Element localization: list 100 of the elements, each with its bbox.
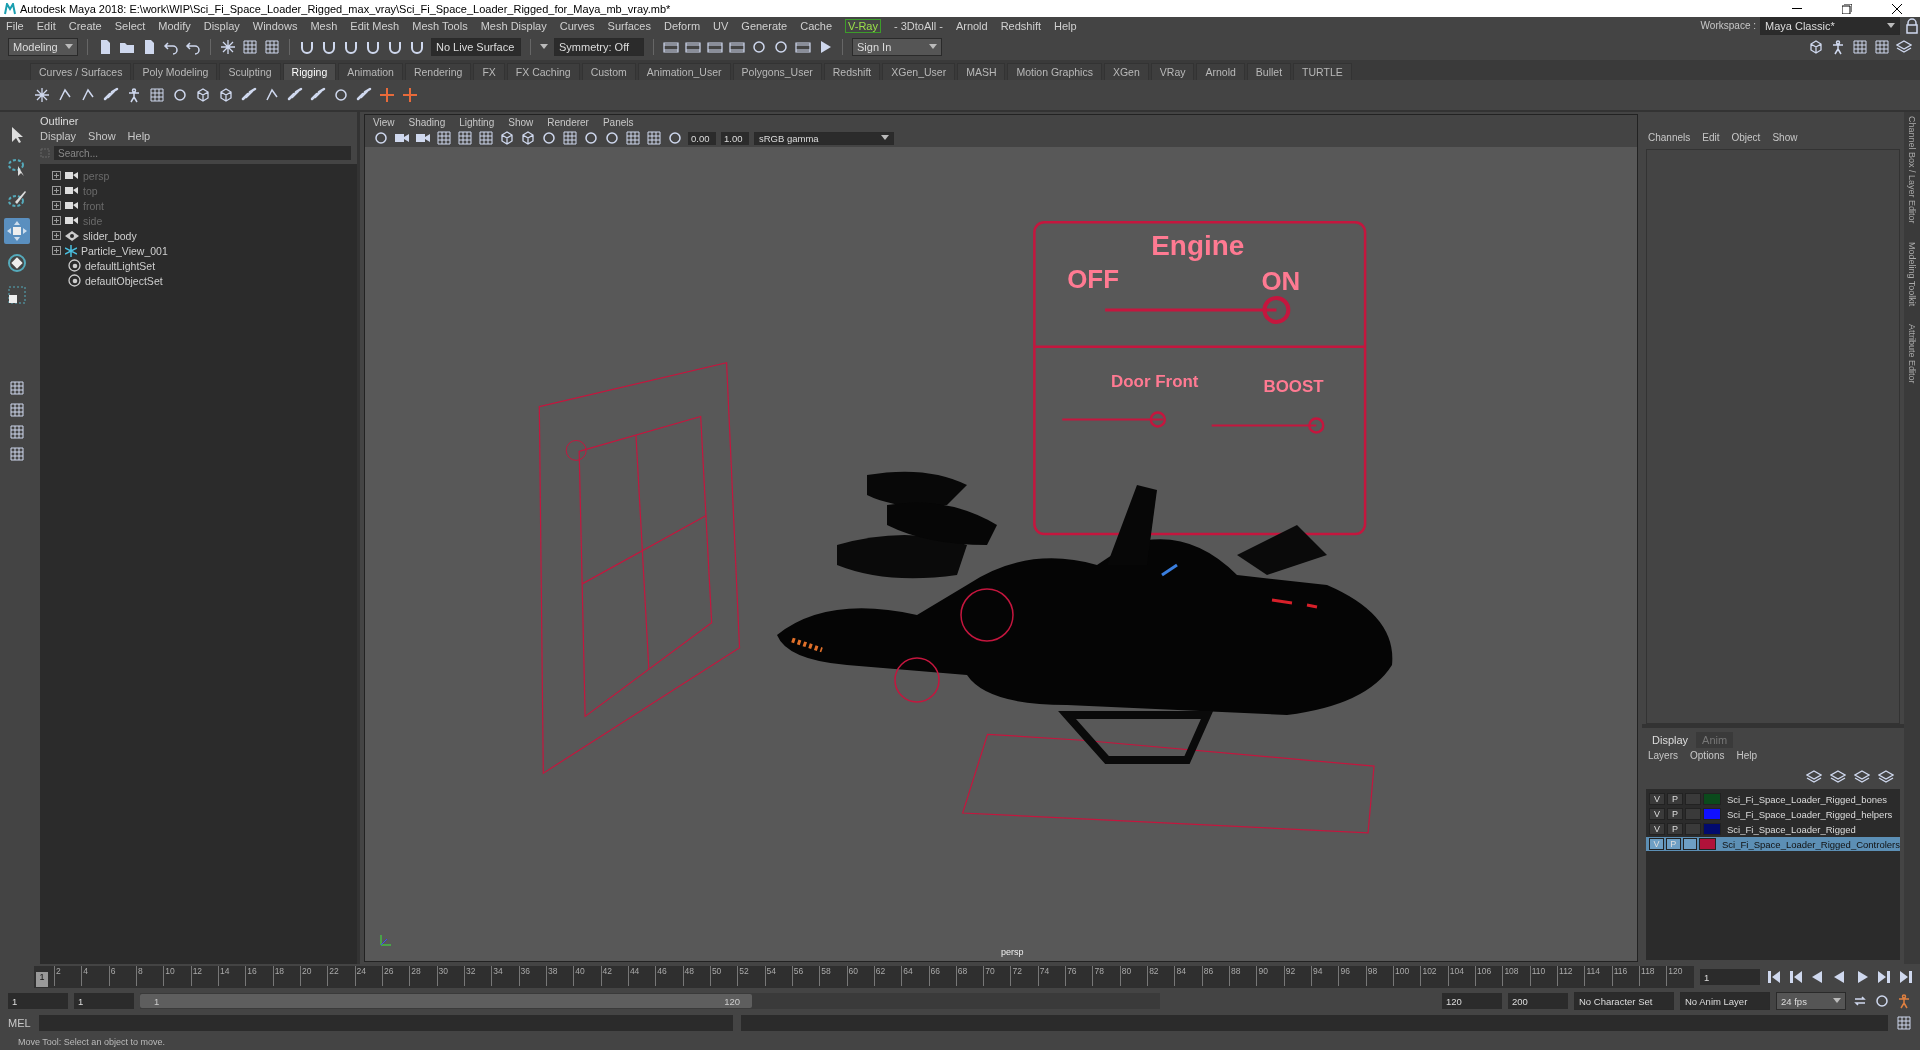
circle-icon[interactable] [604,130,620,146]
cube-icon[interactable] [218,87,234,103]
playback-end-field[interactable]: 120 [1442,993,1502,1009]
menu-item[interactable]: View [373,117,395,127]
menu-item[interactable]: Panels [602,117,634,127]
grid-icon[interactable] [242,39,258,55]
menu-item[interactable]: Mesh Tools [412,19,468,32]
menu-item[interactable]: Surfaces [607,19,651,32]
skip-start-icon[interactable] [1788,969,1804,985]
menu-item[interactable]: Show [508,117,534,127]
time-slider[interactable]: 1 2 4 6 8 10 12 14 16 18 20 22 24 26 28 30 32 34 36 38 40 42 44 46 48 50 52 54 56 58 60 62 64 66 68 70 72 74 76 78 80 82 84 86 88 90 92 94 96 98 100 102 104 106 108 110 112 114 116 118 120 [34,966,1694,988]
end-frame-field[interactable]: 200 [1508,993,1568,1009]
live-surface-field[interactable]: No Live Surface [431,38,521,56]
cube-icon[interactable] [520,130,536,146]
layers-icon[interactable] [1878,769,1894,785]
skip-end-icon[interactable] [1898,969,1914,985]
circle-icon[interactable] [773,39,789,55]
skip-end-icon[interactable] [1876,969,1892,985]
cube-icon[interactable] [195,87,211,103]
shelf-tab[interactable]: FX [473,63,505,80]
search-field[interactable]: Search... [54,146,351,160]
menu-item[interactable]: Display [40,130,77,142]
layer-name[interactable]: Sci_Fi_Space_Loader_Rigged_helpers [1727,808,1893,820]
current-frame-field[interactable]: 1 [1700,969,1760,985]
menu-item[interactable]: Edit [36,19,56,32]
menu-item[interactable]: Deform [664,19,701,32]
shelf-tab[interactable]: VRay [1150,63,1195,80]
menu-item[interactable]: Show [1772,132,1798,143]
grid-icon[interactable] [264,39,280,55]
shelf-tab[interactable]: Polygons_User [732,63,822,80]
exposure-field[interactable]: 0.00 [688,131,716,145]
gamma-field[interactable]: 1.00 [721,131,749,145]
menu-item[interactable]: Shading [408,117,446,127]
grid-icon[interactable] [457,130,473,146]
grid-icon[interactable] [9,402,25,418]
layers-icon[interactable] [1896,39,1912,55]
shelf-tab[interactable]: Rendering [404,63,472,80]
shelf-tab[interactable]: Redshift [823,63,881,80]
shelf-tab[interactable]: Rigging [282,63,337,80]
visibility-toggle[interactable]: V [1649,823,1665,835]
menu-item[interactable]: Options [1690,750,1725,761]
lock-icon[interactable] [1904,17,1920,34]
grid-icon[interactable] [1874,39,1890,55]
menu-item[interactable]: UV [713,19,729,32]
shelf-tab[interactable]: Animation [338,63,403,80]
shelf-tab[interactable]: Custom [581,63,636,80]
shelf-tab[interactable]: XGen_User [882,63,956,80]
side-tab[interactable]: Modeling Toolkit [1907,241,1917,306]
menu-item[interactable]: Select [114,19,146,32]
shelf-tab[interactable]: Bullet [1246,63,1292,80]
magnet-icon[interactable] [387,39,403,55]
display-type-toggle[interactable] [1685,823,1701,835]
expand-icon[interactable] [52,246,61,255]
visibility-toggle[interactable]: V [1649,793,1665,805]
shelf-tab[interactable]: Curves / Surfaces [30,63,132,80]
sign-in-button[interactable]: Sign In [852,38,942,56]
menu-item[interactable]: Cache [800,19,832,32]
grid-icon[interactable] [1852,39,1868,55]
figure-icon[interactable] [1830,39,1846,55]
star-icon[interactable] [34,87,50,103]
circle-icon[interactable] [667,130,683,146]
fps-dropdown[interactable]: 24 fps [1776,992,1846,1010]
visibility-toggle[interactable]: V [1649,808,1665,820]
magnet-icon[interactable] [321,39,337,55]
menu-item[interactable]: Create [68,19,102,32]
display-type-toggle[interactable] [1682,838,1698,850]
layer-name[interactable]: Sci_Fi_Space_Loader_Rigged_Controlers [1722,838,1900,850]
grid-icon[interactable] [9,380,25,396]
shelf-tab[interactable]: XGen [1103,63,1149,80]
outliner-item[interactable]: Particle_View_001 [81,244,168,257]
character-set-dropdown[interactable]: No Character Set [1574,992,1674,1010]
star-icon[interactable] [220,39,236,55]
side-tab[interactable]: Channel Box / Layer Editor [1907,116,1917,224]
menu-item[interactable]: Redshift [1000,19,1042,32]
shelf-tab[interactable]: TURTLE [1293,63,1352,80]
menu-item[interactable]: Channels [1648,132,1691,143]
outliner-item[interactable]: defaultLightSet [85,259,156,272]
outliner-item[interactable]: defaultObjectSet [85,274,163,287]
grid-icon[interactable] [625,130,641,146]
menu-item[interactable]: V-Ray [845,18,881,33]
cross-icon[interactable] [402,87,418,103]
shelf-tab[interactable]: Animation_User [637,63,731,80]
menu-item[interactable]: Edit Mesh [350,19,400,32]
grid-icon[interactable] [646,130,662,146]
menu-item[interactable]: Help [127,130,151,142]
circle-icon[interactable] [583,130,599,146]
start-frame-field[interactable]: 1 [8,993,68,1009]
menu-item[interactable]: File [6,19,24,32]
menu-item[interactable]: Help [1736,750,1758,761]
shelf-tab[interactable]: MASH [957,63,1006,80]
grid-icon[interactable] [9,424,25,440]
circle-icon[interactable] [1874,993,1890,1009]
menu-item[interactable]: Arnold [955,19,988,32]
grid-icon[interactable] [1896,1015,1912,1031]
menu-item[interactable]: Generate [741,19,788,32]
playback-toggle[interactable]: P [1667,808,1683,820]
menu-item[interactable]: Windows [252,19,298,32]
playback-start-field[interactable]: 1 [74,993,134,1009]
anim-layer-dropdown[interactable]: No Anim Layer [1680,992,1770,1010]
magnet-icon[interactable] [299,39,315,55]
